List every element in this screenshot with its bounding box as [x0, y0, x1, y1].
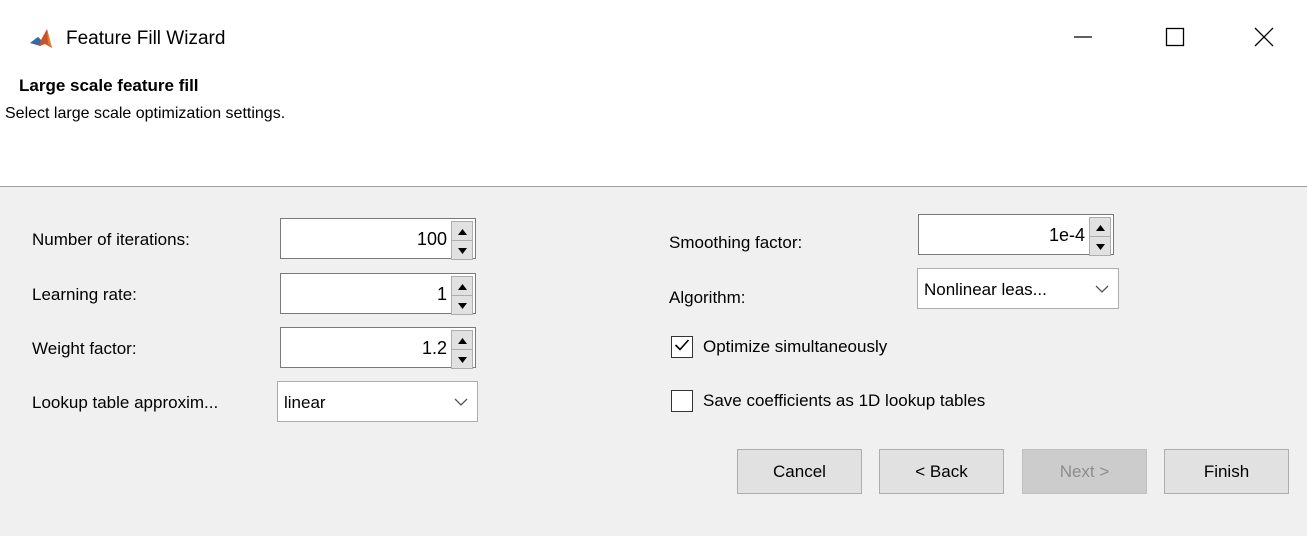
triangle-down-icon — [1095, 237, 1105, 255]
smoothing-value[interactable]: 1e-4 — [1049, 225, 1085, 245]
iterations-label: Number of iterations: — [32, 230, 190, 249]
wizard-header: Large scale feature fill Select large sc… — [0, 76, 1307, 186]
weight-factor-label: Weight factor: — [32, 339, 137, 358]
triangle-up-icon — [1095, 218, 1105, 236]
weight-factor-spinner[interactable]: 1.2 — [280, 327, 476, 369]
next-button[interactable]: Next > — [1022, 449, 1147, 494]
save-coefficients-checkbox[interactable]: Save coefficients as 1D lookup tables — [671, 390, 985, 412]
close-icon — [1254, 27, 1274, 47]
matlab-icon — [28, 26, 54, 52]
smoothing-label: Smoothing factor: — [669, 233, 803, 252]
page-title: Large scale feature fill — [19, 76, 199, 95]
lookup-approx-value: linear — [284, 393, 326, 412]
maximize-icon — [1165, 27, 1185, 47]
chevron-down-icon — [1092, 281, 1112, 297]
spin-up-button[interactable] — [1089, 217, 1111, 236]
iterations-value[interactable]: 100 — [417, 229, 447, 249]
optimize-simultaneously-checkbox[interactable]: Optimize simultaneously — [671, 336, 887, 358]
triangle-down-icon — [457, 241, 467, 259]
spin-down-button[interactable] — [1089, 236, 1111, 256]
back-button[interactable]: < Back — [879, 449, 1004, 494]
checkbox-unchecked[interactable] — [671, 390, 693, 412]
learning-rate-spin-buttons — [451, 276, 473, 315]
learning-rate-value[interactable]: 1 — [437, 284, 447, 304]
minimize-button[interactable] — [1057, 14, 1109, 60]
iterations-spinner[interactable]: 100 — [280, 218, 476, 260]
checkbox-checked[interactable] — [671, 336, 693, 358]
cancel-button[interactable]: Cancel — [737, 449, 862, 494]
lookup-approx-label: Lookup table approxim... — [32, 393, 219, 412]
checkmark-icon — [674, 338, 690, 357]
finish-button[interactable]: Finish — [1164, 449, 1289, 494]
weight-factor-spin-buttons — [451, 330, 473, 369]
triangle-up-icon — [457, 222, 467, 240]
spin-up-button[interactable] — [451, 276, 473, 295]
title-bar: Feature Fill Wizard — [0, 0, 1307, 80]
page-subtitle: Select large scale optimization settings… — [5, 105, 286, 122]
spin-up-button[interactable] — [451, 330, 473, 349]
chevron-down-icon — [451, 394, 471, 410]
triangle-down-icon — [457, 350, 467, 368]
minimize-icon — [1073, 27, 1093, 47]
lookup-approx-dropdown[interactable]: linear — [277, 381, 478, 422]
spin-up-button[interactable] — [451, 221, 473, 240]
window-title: Feature Fill Wizard — [66, 28, 226, 49]
settings-panel: Number of iterations: 100 Learning rate:… — [0, 186, 1307, 536]
optimize-simultaneously-label: Optimize simultaneously — [703, 337, 888, 356]
algorithm-value: Nonlinear leas... — [924, 280, 1047, 299]
triangle-down-icon — [457, 296, 467, 314]
algorithm-dropdown[interactable]: Nonlinear leas... — [917, 268, 1119, 309]
save-coefficients-label: Save coefficients as 1D lookup tables — [703, 391, 986, 410]
triangle-up-icon — [457, 331, 467, 349]
algorithm-label: Algorithm: — [669, 288, 746, 307]
spin-down-button[interactable] — [451, 295, 473, 315]
iterations-spin-buttons — [451, 221, 473, 260]
triangle-up-icon — [457, 277, 467, 295]
learning-rate-label: Learning rate: — [32, 285, 137, 304]
smoothing-spin-buttons — [1089, 217, 1111, 256]
weight-factor-value[interactable]: 1.2 — [422, 338, 447, 358]
maximize-button[interactable] — [1149, 14, 1201, 60]
spin-down-button[interactable] — [451, 240, 473, 260]
spin-down-button[interactable] — [451, 349, 473, 369]
smoothing-spinner[interactable]: 1e-4 — [918, 214, 1114, 256]
close-button[interactable] — [1238, 14, 1290, 60]
learning-rate-spinner[interactable]: 1 — [280, 273, 476, 315]
